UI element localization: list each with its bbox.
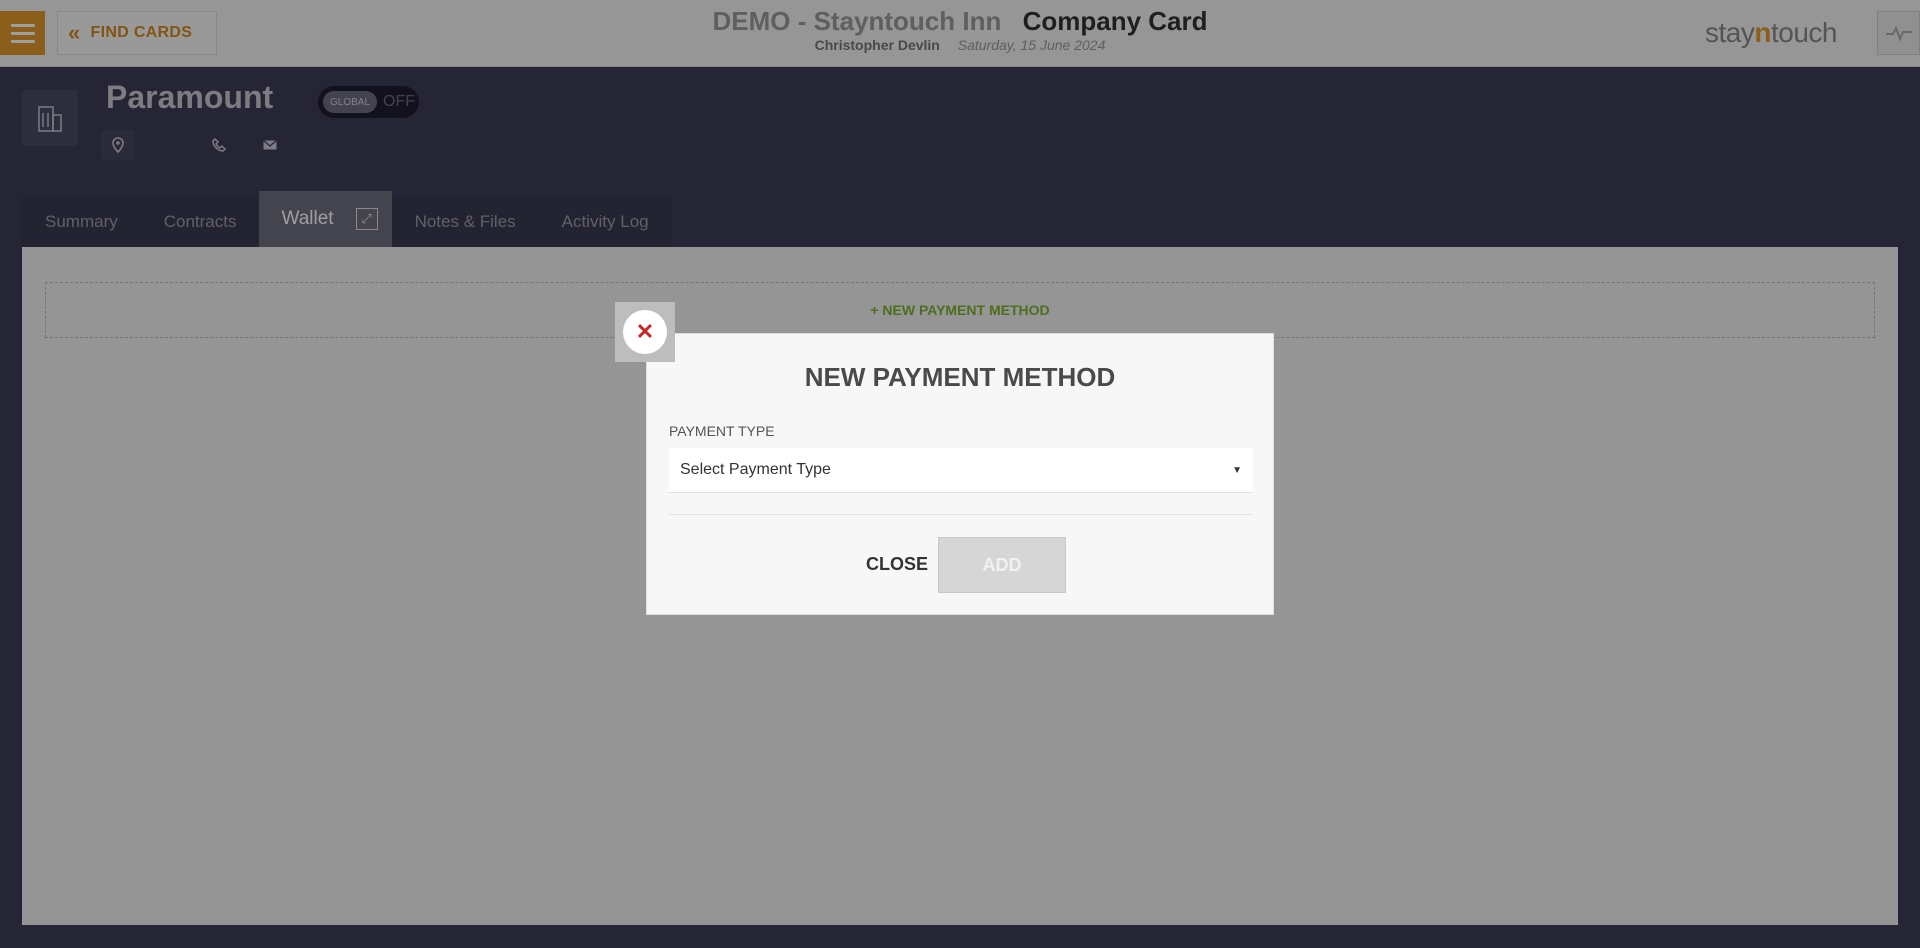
caret-down-icon: ▼ bbox=[1232, 464, 1242, 476]
add-button[interactable]: ADD bbox=[938, 537, 1066, 593]
dialog-close-control[interactable]: ✕ bbox=[615, 302, 675, 362]
dialog-title: NEW PAYMENT METHOD bbox=[804, 362, 1116, 392]
close-icon[interactable]: ✕ bbox=[623, 310, 667, 354]
payment-type-value: Select Payment Type bbox=[680, 461, 831, 478]
dialog-divider bbox=[669, 514, 1253, 515]
new-payment-method-dialog: NEW PAYMENT METHOD PAYMENT TYPE Select P… bbox=[646, 333, 1274, 615]
payment-type-label: PAYMENT TYPE bbox=[669, 423, 775, 439]
payment-type-select[interactable]: Select Payment Type ▼ bbox=[669, 448, 1253, 493]
